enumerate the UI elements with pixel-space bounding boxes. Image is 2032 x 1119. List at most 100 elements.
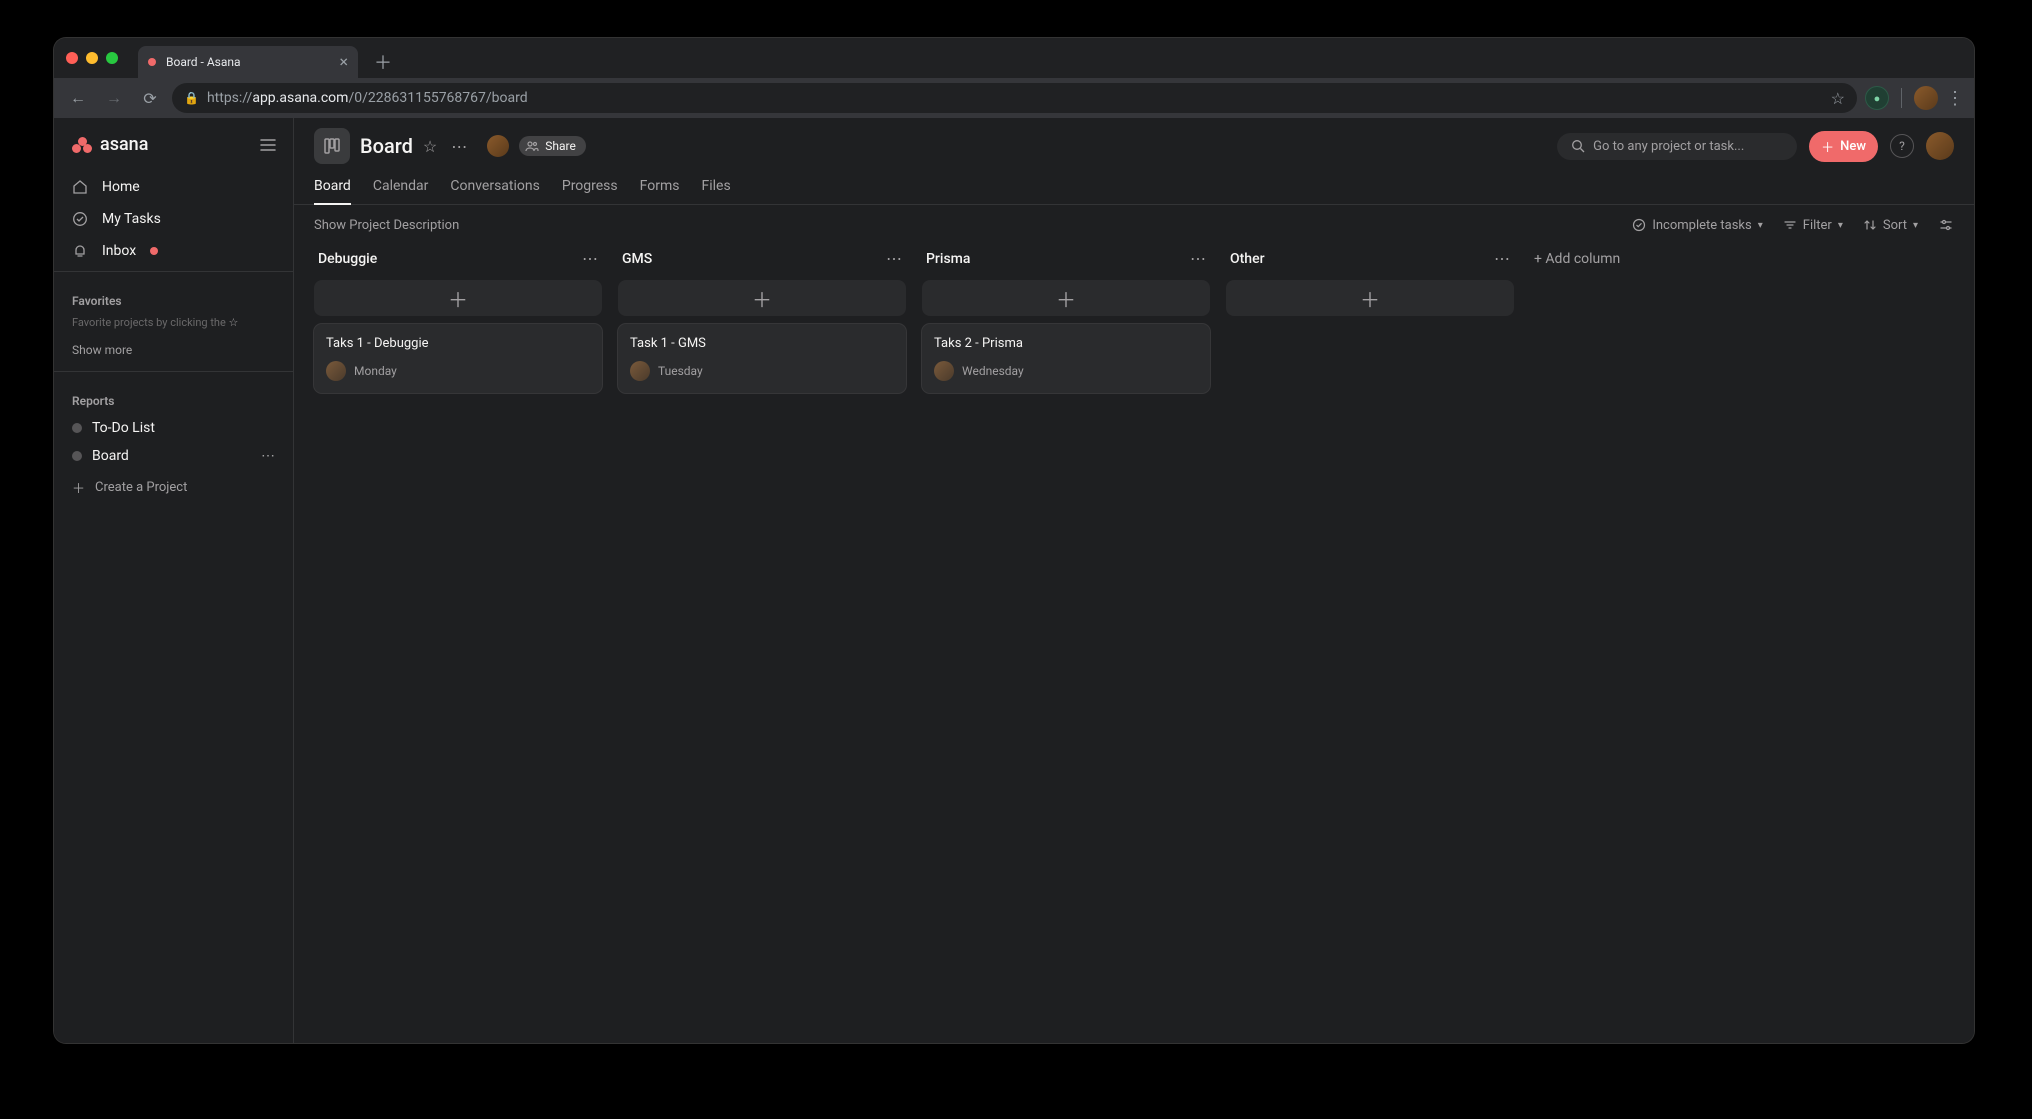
project-color-dot xyxy=(72,423,82,433)
url-text: https://app.asana.com/0/228631155768767/… xyxy=(207,90,528,106)
nav-inbox[interactable]: Inbox xyxy=(54,235,293,267)
lock-icon: 🔒 xyxy=(184,91,199,105)
main-content: Board ☆ ⋯ Share Go to any project or t xyxy=(294,118,1974,1043)
chevron-down-icon: ▾ xyxy=(1913,220,1918,231)
nav-home[interactable]: Home xyxy=(54,171,293,203)
add-task-button[interactable]: ＋ xyxy=(1226,280,1514,316)
board-column: Prisma ⋯ ＋ Taks 2 - Prisma Wednesday xyxy=(922,245,1210,393)
tab-progress[interactable]: Progress xyxy=(562,170,618,204)
show-description-button[interactable]: Show Project Description xyxy=(314,218,459,233)
browser-tab[interactable]: Board - Asana × xyxy=(138,46,358,78)
new-label: New xyxy=(1840,139,1866,154)
tab-files[interactable]: Files xyxy=(701,170,730,204)
add-column-button[interactable]: + Add column xyxy=(1530,245,1624,273)
filter-button[interactable]: Filter ▾ xyxy=(1783,218,1843,233)
task-assignee-avatar[interactable] xyxy=(326,361,346,381)
user-avatar[interactable] xyxy=(1926,132,1954,160)
column-title[interactable]: Debuggie xyxy=(318,251,377,267)
browser-window: Board - Asana × ＋ ← → ⟳ 🔒 https://app.as… xyxy=(54,38,1974,1043)
favorites-show-more[interactable]: Show more xyxy=(54,339,293,367)
project-menu-button[interactable]: ⋯ xyxy=(451,137,467,156)
task-title: Taks 1 - Debuggie xyxy=(326,336,590,351)
completion-filter[interactable]: Incomplete tasks ▾ xyxy=(1632,218,1762,233)
tab-conversations[interactable]: Conversations xyxy=(450,170,539,204)
column-menu-icon[interactable]: ⋯ xyxy=(886,249,902,268)
search-placeholder: Go to any project or task... xyxy=(1593,139,1744,154)
share-button[interactable]: Share xyxy=(519,136,586,156)
column-title[interactable]: GMS xyxy=(622,251,652,267)
column-title[interactable]: Prisma xyxy=(926,251,970,267)
forward-button[interactable]: → xyxy=(100,88,128,108)
column-title[interactable]: Other xyxy=(1230,251,1265,267)
task-meta: Tuesday xyxy=(630,361,894,381)
sidebar-project-board[interactable]: Board ⋯ xyxy=(54,442,293,470)
help-button[interactable]: ? xyxy=(1890,134,1914,158)
sidebar-project-todo[interactable]: To-Do List xyxy=(54,414,293,442)
primary-nav: Home My Tasks Inbox xyxy=(54,171,293,267)
task-card[interactable]: Task 1 - GMS Tuesday xyxy=(618,324,906,393)
bell-icon xyxy=(72,243,90,259)
bookmark-star-icon[interactable]: ☆ xyxy=(1831,89,1845,108)
new-button[interactable]: ＋ New xyxy=(1809,131,1878,162)
minimize-window-button[interactable] xyxy=(86,52,98,64)
nav-my-tasks[interactable]: My Tasks xyxy=(54,203,293,235)
url-scheme: https:// xyxy=(207,90,252,106)
task-assignee-avatar[interactable] xyxy=(934,361,954,381)
task-title: Taks 2 - Prisma xyxy=(934,336,1198,351)
task-assignee-avatar[interactable] xyxy=(630,361,650,381)
chevron-down-icon: ▾ xyxy=(1838,220,1843,231)
browser-toolbar: ← → ⟳ 🔒 https://app.asana.com/0/22863115… xyxy=(54,78,1974,118)
tab-board[interactable]: Board xyxy=(314,170,351,204)
sliders-icon xyxy=(1938,217,1954,233)
toolbar-divider xyxy=(1901,88,1902,108)
customize-button[interactable] xyxy=(1938,217,1954,233)
close-window-button[interactable] xyxy=(66,52,78,64)
board-column: GMS ⋯ ＋ Task 1 - GMS Tuesday xyxy=(618,245,906,393)
project-name: To-Do List xyxy=(92,420,155,436)
create-project-button[interactable]: ＋ Create a Project xyxy=(54,470,293,505)
column-menu-icon[interactable]: ⋯ xyxy=(1494,249,1510,268)
circle-check-icon xyxy=(1632,218,1646,232)
add-task-button[interactable]: ＋ xyxy=(922,280,1210,316)
project-title: Board xyxy=(360,134,413,158)
collapse-sidebar-icon[interactable] xyxy=(259,138,277,152)
column-menu-icon[interactable]: ⋯ xyxy=(1190,249,1206,268)
task-card[interactable]: Taks 1 - Debuggie Monday xyxy=(314,324,602,393)
browser-menu-button[interactable]: ⋮ xyxy=(1946,88,1964,109)
profile-avatar-browser[interactable] xyxy=(1914,86,1938,110)
sort-icon xyxy=(1863,218,1877,232)
back-button[interactable]: ← xyxy=(64,88,92,108)
favorites-heading: Favorites xyxy=(54,276,293,314)
sort-button[interactable]: Sort ▾ xyxy=(1863,218,1918,233)
favorite-star-button[interactable]: ☆ xyxy=(423,137,437,156)
global-search[interactable]: Go to any project or task... xyxy=(1557,133,1797,160)
task-meta: Monday xyxy=(326,361,590,381)
sidebar: asana Home My Tasks xyxy=(54,118,294,1043)
maximize-window-button[interactable] xyxy=(106,52,118,64)
project-actions-icon[interactable]: ⋯ xyxy=(261,448,275,464)
tab-calendar[interactable]: Calendar xyxy=(373,170,429,204)
add-task-button[interactable]: ＋ xyxy=(618,280,906,316)
reload-button[interactable]: ⟳ xyxy=(136,89,164,108)
add-task-button[interactable]: ＋ xyxy=(314,280,602,316)
extension-badge[interactable]: ● xyxy=(1865,86,1889,110)
task-card[interactable]: Taks 2 - Prisma Wednesday xyxy=(922,324,1210,393)
project-tabs: Board Calendar Conversations Progress Fo… xyxy=(294,170,1974,205)
tab-close-icon[interactable]: × xyxy=(339,54,348,70)
filter-icon xyxy=(1783,218,1797,232)
inbox-unread-badge xyxy=(150,247,158,255)
column-menu-icon[interactable]: ⋯ xyxy=(582,249,598,268)
new-tab-button[interactable]: ＋ xyxy=(374,49,392,75)
project-member-avatar[interactable] xyxy=(487,135,509,157)
reports-heading: Reports xyxy=(54,376,293,414)
tab-forms[interactable]: Forms xyxy=(640,170,680,204)
url-host: app.asana.com xyxy=(252,90,348,106)
asana-logo[interactable]: asana xyxy=(72,134,148,155)
favorites-hint-text: Favorite projects by clicking the xyxy=(72,316,229,329)
people-icon xyxy=(525,140,539,152)
address-bar[interactable]: 🔒 https://app.asana.com/0/22863115576876… xyxy=(172,83,1857,113)
column-header: GMS ⋯ xyxy=(618,245,906,272)
search-icon xyxy=(1571,139,1585,153)
share-label: Share xyxy=(545,139,576,153)
column-header: Debuggie ⋯ xyxy=(314,245,602,272)
